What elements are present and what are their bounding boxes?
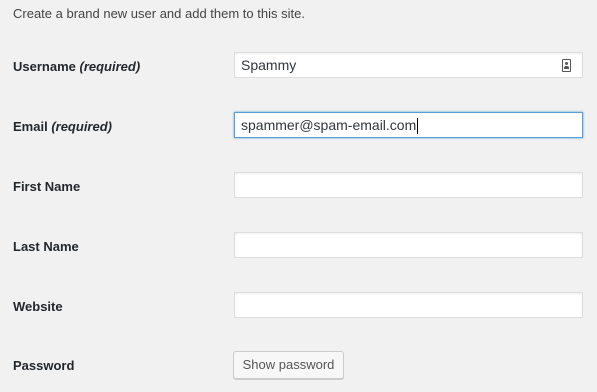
email-label-text: Email [13, 119, 48, 134]
username-row: Username (required) Spammy [0, 52, 597, 80]
username-required-note: (required) [79, 59, 141, 74]
username-label: Username (required) [13, 59, 140, 74]
website-row: Website [0, 292, 597, 320]
email-required-note: (required) [51, 119, 112, 134]
username-input[interactable]: Spammy [234, 52, 583, 78]
email-value: spammer@spam-email.com [241, 117, 417, 133]
website-label: Website [13, 299, 63, 314]
first-name-row: First Name [0, 172, 597, 200]
email-input[interactable]: spammer@spam-email.com [234, 112, 583, 138]
username-label-text: Username [13, 59, 76, 74]
email-row: Email (required) spammer@spam-email.com [0, 112, 597, 140]
email-label: Email (required) [13, 119, 112, 134]
username-value: Spammy [241, 57, 297, 73]
last-name-label: Last Name [13, 239, 79, 254]
first-name-label: First Name [13, 179, 81, 194]
password-label: Password [13, 358, 75, 373]
website-input[interactable] [234, 292, 583, 318]
last-name-input[interactable] [234, 232, 583, 258]
text-cursor [417, 118, 419, 135]
page-intro: Create a brand new user and add them to … [13, 6, 305, 21]
contact-card-icon[interactable] [562, 59, 571, 72]
password-row: Password Show password [0, 351, 597, 379]
show-password-button[interactable]: Show password [233, 351, 344, 379]
last-name-row: Last Name [0, 232, 597, 260]
first-name-input[interactable] [234, 172, 583, 198]
